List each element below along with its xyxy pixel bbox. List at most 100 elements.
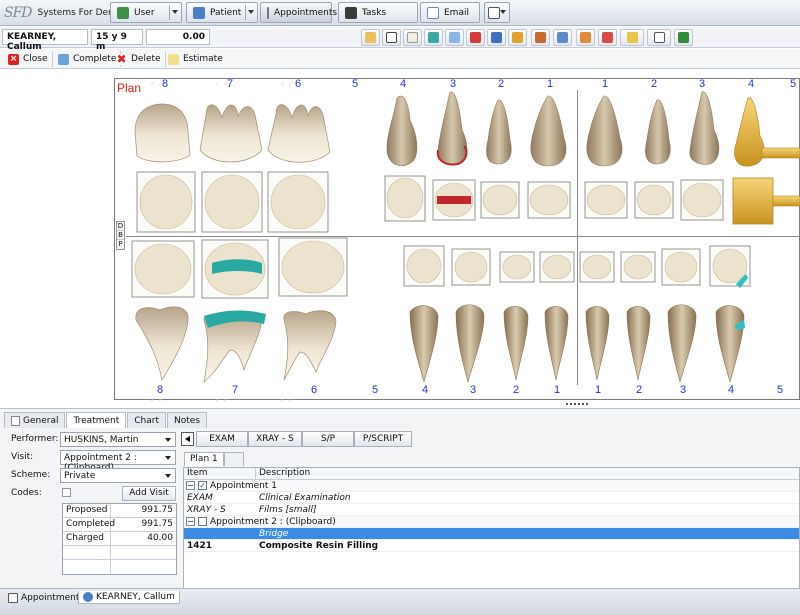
tooth-upper-1-side[interactable] (530, 95, 567, 167)
appointment-1-group-row[interactable]: − ✓ Appointment 1 (184, 480, 799, 492)
lower-crown-l3 (664, 251, 698, 283)
financial-summary: Proposed 991.75 Completed 991.75 Charged 40… (62, 503, 177, 575)
column-header-description[interactable]: Description (256, 468, 799, 479)
performer-value: HUSKINS, Martin (64, 435, 139, 445)
add-visit-button[interactable]: Add Visit (122, 486, 176, 501)
tooth-upper-4-side[interactable] (386, 95, 418, 167)
financial-row-charged: Charged 40.00 (63, 532, 176, 546)
scheme-select[interactable]: Private (60, 468, 176, 483)
charged-value: 40.00 (147, 533, 173, 543)
tooth-lower-left-4-side[interactable] (715, 305, 745, 384)
appointment-2-checkbox[interactable] (198, 517, 207, 526)
tooth-lower-1-side[interactable] (544, 306, 569, 381)
tooth-lower-3-side[interactable] (455, 304, 485, 384)
crown-occlusal-l2 (636, 184, 672, 216)
restoration-upper-3 (437, 196, 471, 204)
codes-checkbox[interactable] (62, 488, 71, 497)
panel-splitter[interactable] (566, 403, 588, 407)
tooth-lower-6-side[interactable] (283, 310, 337, 381)
chart-marker: ✓ ✓ (280, 396, 294, 404)
plan-tabs: Plan 1 (184, 452, 244, 466)
chevron-down-icon (165, 438, 171, 442)
tooth-lower-left-2-side[interactable] (626, 306, 651, 381)
collapse-icon[interactable]: − (186, 517, 195, 526)
tooth-lower-left-1-side[interactable] (585, 306, 610, 381)
proposed-value: 991.75 (141, 505, 174, 515)
tab-chart-label: Chart (134, 415, 159, 426)
tab-general-label: General (23, 415, 59, 426)
teeth-illustration[interactable]: ✓ ✓ ✓ ✓ ✓ ✓ ✓ ✓ ✓ ✓ ✓ ✓ (0, 0, 800, 410)
tab-treatment[interactable]: Treatment (66, 412, 127, 428)
tab-chart[interactable]: Chart (127, 412, 166, 428)
performer-label: Performer: (11, 434, 59, 444)
tab-general[interactable]: General (4, 412, 66, 428)
item-button-xray[interactable]: XRAY - S (248, 431, 302, 447)
lower-crown-4 (454, 251, 488, 283)
lower-crown-l1 (582, 254, 612, 280)
panel-tabs: General Treatment Chart Notes (4, 412, 208, 428)
tooth-upper-3-side[interactable] (437, 91, 468, 165)
scheme-label: Scheme: (11, 470, 51, 480)
tooth-lower-8-side[interactable] (135, 306, 189, 381)
tooth-upper-left-3-side[interactable] (689, 91, 720, 165)
tooth-upper-left-1-side[interactable] (586, 95, 623, 167)
tooth-upper-2-side[interactable] (486, 99, 512, 165)
item-button-pscript[interactable]: P/SCRIPT (354, 431, 412, 447)
crown-occlusal-2 (482, 184, 518, 216)
row-item-code: 1421 (187, 540, 213, 551)
window-tab-patient[interactable]: KEARNEY, Callum (78, 591, 180, 604)
tooth-upper-left-2-side[interactable] (645, 99, 671, 165)
tab-notes-label: Notes (174, 415, 200, 426)
financial-row-proposed: Proposed 991.75 (63, 504, 176, 518)
proposed-label: Proposed (63, 504, 111, 517)
lower-crown-6 (281, 240, 345, 294)
row-description: Films [small] (259, 504, 317, 515)
appointment-2-group-row[interactable]: − Appointment 2 : (Clipboard) (184, 516, 799, 528)
bridge-connector-upper-left-4 (761, 147, 800, 159)
occlusal-upper-left-4-crown[interactable] (732, 177, 774, 225)
table-row[interactable]: EXAM Clinical Examination (184, 492, 799, 504)
collapse-left-button[interactable] (181, 432, 194, 446)
window-tab-appointments[interactable]: Appointments (4, 591, 88, 604)
tab-plan-1[interactable]: Plan 1 (184, 452, 224, 466)
tab-new-plan[interactable] (223, 452, 244, 466)
tooth-lower-4-side[interactable] (409, 305, 439, 384)
tooth-lower-left-3-side[interactable] (667, 304, 697, 384)
tooth-upper-8-side[interactable] (134, 103, 191, 163)
chart-marker: ✓ ✓ (280, 80, 294, 88)
crown-occlusal-l3 (682, 182, 722, 218)
lower-crown-8 (134, 243, 192, 295)
lower-crown-2 (542, 254, 572, 280)
column-header-item[interactable]: Item (184, 468, 256, 479)
tab-notes[interactable]: Notes (167, 412, 207, 428)
table-row-selected[interactable]: Bridge (184, 528, 799, 540)
tooth-upper-6-side[interactable] (267, 104, 331, 163)
scheme-value: Private (64, 471, 96, 481)
item-button-sp[interactable]: S/P (302, 431, 354, 447)
lower-crown-3 (502, 254, 532, 280)
item-button-exam[interactable]: EXAM (196, 431, 248, 447)
tooth-upper-left-4-side[interactable] (734, 97, 765, 167)
visit-label: Visit: (11, 452, 34, 462)
appointment-2-label: Appointment 2 : (Clipboard) (210, 516, 336, 527)
crown-occlusal-4 (386, 177, 424, 219)
row-description: Bridge (259, 528, 289, 539)
table-row[interactable]: 1421 Composite Resin Filling (184, 540, 799, 552)
codes-label: Codes: (11, 488, 42, 498)
lower-crown-l4 (712, 248, 748, 284)
appointment-1-label: Appointment 1 (210, 480, 277, 491)
treatment-items-grid: Item Description − ✓ Appointment 1 EXAM … (183, 467, 800, 589)
tooth-lower-2-side[interactable] (503, 306, 529, 381)
performer-select[interactable]: HUSKINS, Martin (60, 432, 176, 447)
crown-occlusal-7 (204, 174, 260, 230)
visit-select[interactable]: Appointment 2 : (Clipboard) (60, 450, 176, 473)
chart-marker: ✓ ✓ (215, 80, 229, 88)
table-row[interactable]: XRAY - S Films [small] (184, 504, 799, 516)
collapse-icon[interactable]: − (186, 481, 195, 490)
window-tabs-bar: Appointments KEARNEY, Callum (0, 588, 800, 615)
row-item-code: EXAM (187, 492, 213, 503)
tooth-upper-7-side[interactable] (199, 104, 263, 163)
chart-marker: ✓ ✓ (150, 80, 164, 88)
appointment-1-checkbox[interactable]: ✓ (198, 481, 207, 490)
crown-occlusal-l1 (586, 184, 626, 216)
